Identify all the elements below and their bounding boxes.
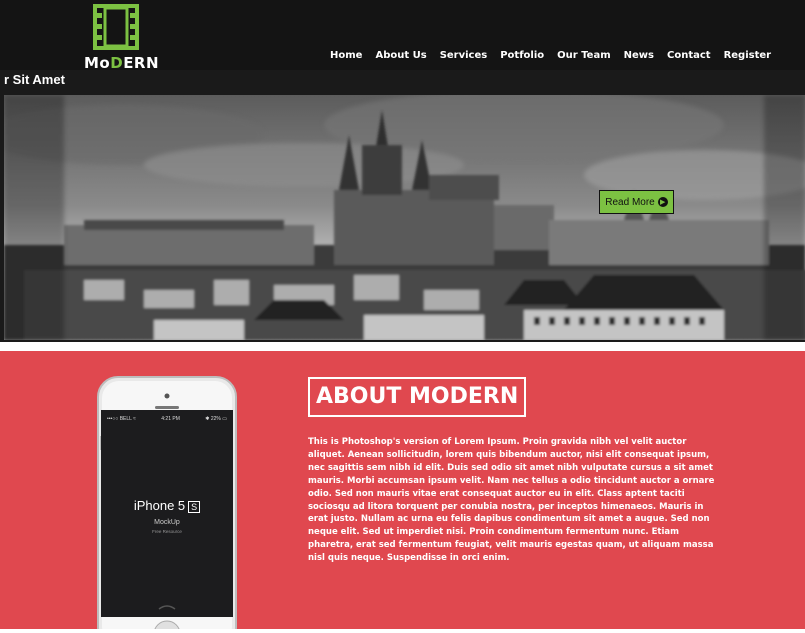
film-strip-icon — [93, 4, 139, 50]
phone-model: iPhone 5 — [133, 498, 186, 513]
about-title: ABOUT MODERN — [308, 377, 527, 417]
nav-register[interactable]: Register — [724, 50, 772, 61]
battery-icon: ▭ — [222, 416, 227, 422]
hero-photo — [4, 95, 805, 340]
wifi-icon: ≈ — [133, 416, 136, 422]
phone-time: 4:21 PM — [161, 416, 180, 422]
phone-subtitle: MockUp — [154, 519, 180, 526]
nav-contact[interactable]: Contact — [667, 50, 711, 61]
read-more-button[interactable]: Read More ▶ — [599, 190, 674, 214]
signal-icon: •••○○ — [107, 416, 120, 422]
phone-status-bar: •••○○ BELL ≈ 4:21 PM ✱ 22% ▭ — [107, 416, 227, 422]
nav-news[interactable]: News — [624, 50, 654, 61]
phone-screen-title: iPhone 5S — [101, 498, 233, 513]
read-more-label: Read More — [605, 196, 655, 208]
hero-slider: r Sit Amet Read More ▶ — [0, 70, 805, 342]
nav-home[interactable]: Home — [330, 50, 362, 61]
logo[interactable]: MoDERN — [84, 4, 159, 72]
phone-model-badge: S — [188, 500, 201, 513]
about-section: •••○○ BELL ≈ 4:21 PM ✱ 22% ▭ iPhone 5S M… — [0, 351, 805, 633]
circle-arrow-right-icon: ▶ — [657, 197, 668, 207]
nav-about-us[interactable]: About Us — [375, 50, 426, 61]
phone-subtitle-small: Free Resource — [152, 529, 182, 534]
phone-battery: ✱ 22% ▭ — [205, 416, 227, 422]
slide-caption: r Sit Amet — [4, 72, 65, 87]
phone-carrier: •••○○ BELL ≈ — [107, 416, 136, 422]
about-body-text: This is Photoshop's version of Lorem Ips… — [308, 437, 715, 564]
nav-our-team[interactable]: Our Team — [557, 50, 610, 61]
nav-portfolio[interactable]: Potfolio — [500, 50, 544, 61]
main-nav: Home About Us Services Potfolio Our Team… — [330, 50, 784, 61]
site-header: MoDERN Home About Us Services Potfolio O… — [0, 0, 805, 72]
phone-carrier-label: BELL — [119, 416, 132, 422]
nav-services[interactable]: Services — [440, 50, 488, 61]
iphone-mockup: •••○○ BELL ≈ 4:21 PM ✱ 22% ▭ iPhone 5S M… — [97, 376, 237, 633]
phone-battery-label: 22% — [210, 416, 221, 422]
